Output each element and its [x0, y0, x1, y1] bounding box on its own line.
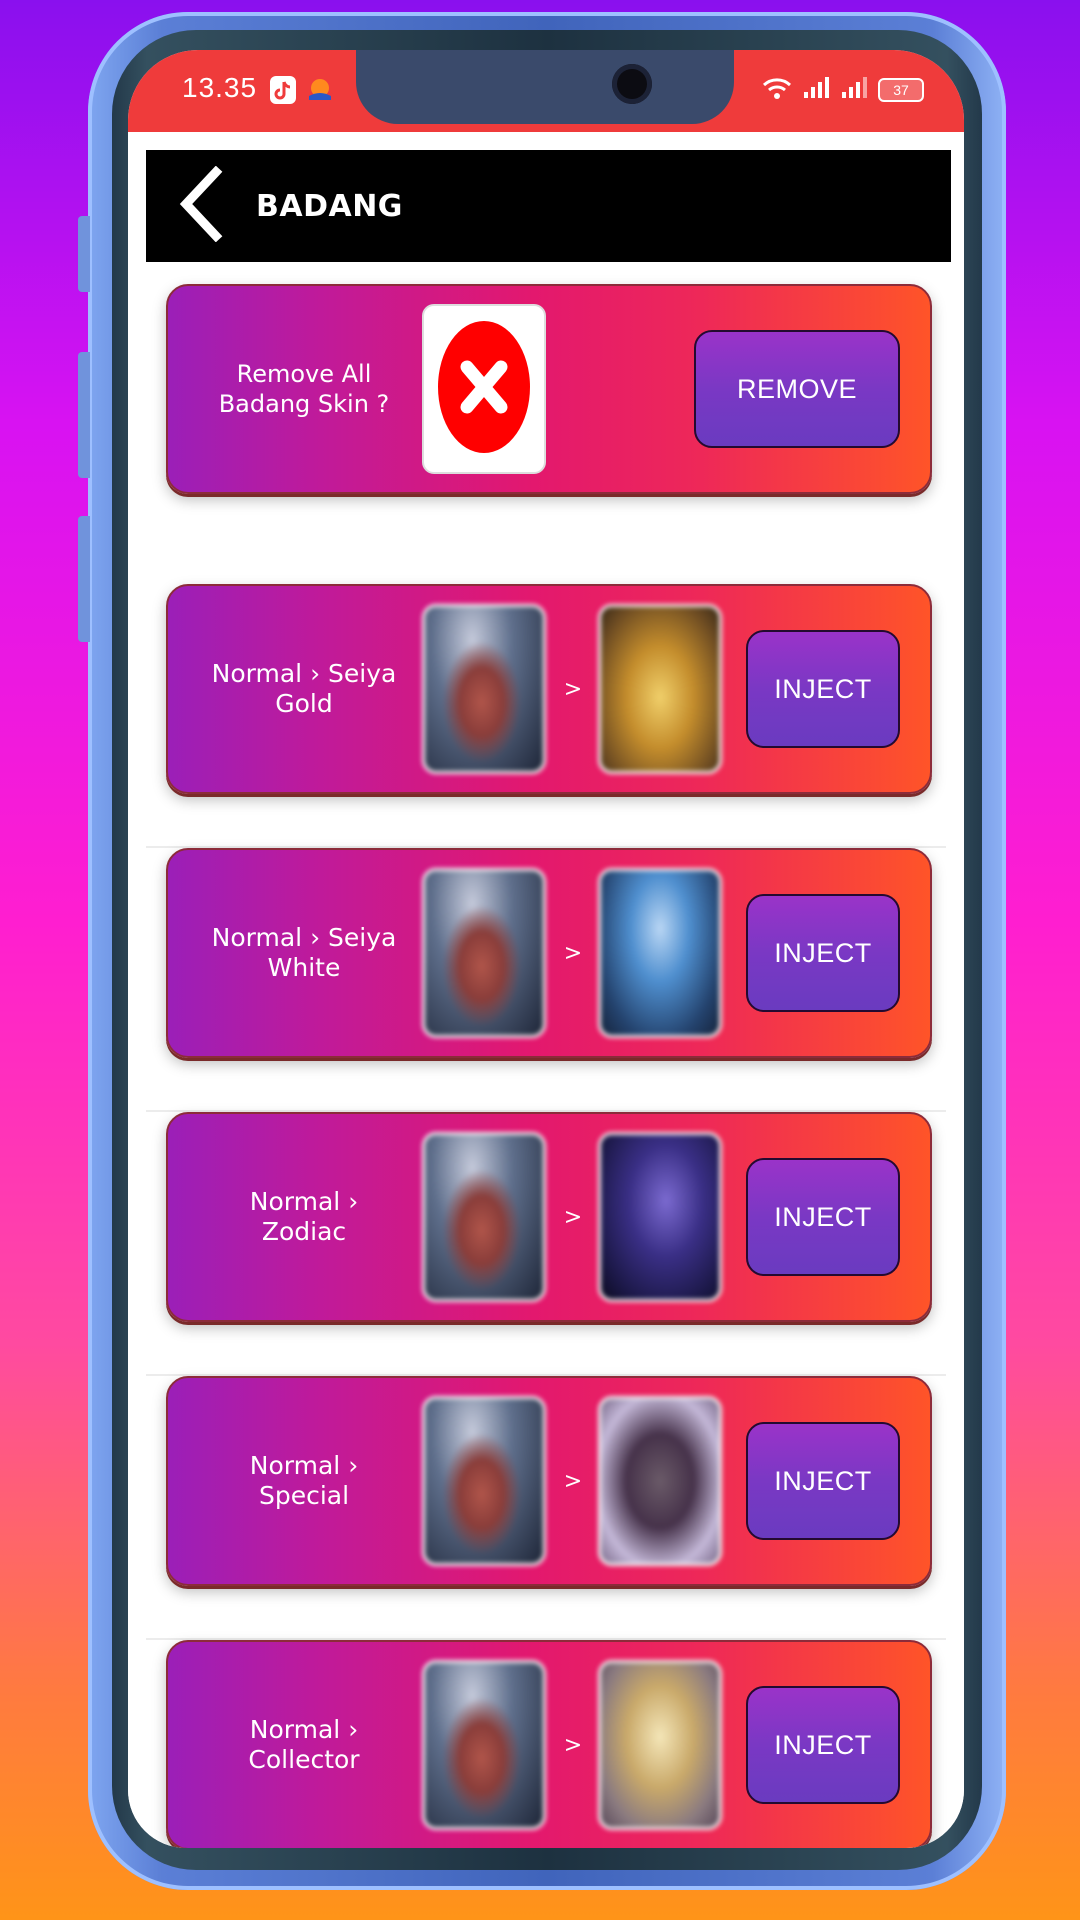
skin-label: Normal › Seiya Gold [211, 659, 397, 718]
signal-icon [840, 76, 868, 104]
inject-button[interactable]: INJECT [746, 1686, 900, 1804]
skin-label: Normal › Seiya White [211, 923, 397, 982]
skin-card: Normal › Collector > INJECT [166, 1640, 932, 1848]
remove-skin-label: Remove All Badang Skin ? [218, 360, 390, 418]
target-skin-image [598, 1660, 722, 1830]
target-skin-image [598, 1132, 722, 1302]
skin-card: Normal › Special > INJECT [166, 1376, 932, 1586]
skin-card: Normal › Seiya White > INJECT [166, 848, 932, 1058]
power-button [78, 516, 90, 642]
arrow-label: > [563, 1732, 583, 1758]
skin-card: Normal › Seiya Gold > INJECT [166, 584, 932, 794]
page-title: BADANG [256, 188, 403, 224]
front-camera [612, 64, 652, 104]
status-time: 13.35 [182, 72, 258, 103]
display-notch [356, 50, 734, 124]
original-skin-image [422, 604, 546, 774]
arrow-label: > [563, 1204, 583, 1230]
remove-skin-card: Remove All Badang Skin ? REMOVE [166, 284, 932, 494]
remove-image [422, 304, 546, 474]
back-button[interactable] [146, 150, 256, 262]
skin-label: Normal › Zodiac [249, 1187, 359, 1246]
status-bar: 13.35 37 [128, 50, 964, 132]
original-skin-image [422, 1132, 546, 1302]
x-circle-icon [431, 317, 537, 461]
original-skin-image [422, 868, 546, 1038]
inject-button[interactable]: INJECT [746, 630, 900, 748]
skin-label: Normal › Collector [248, 1715, 360, 1774]
inject-button[interactable]: INJECT [746, 894, 900, 1012]
arrow-label: > [563, 1468, 583, 1494]
skin-card: Normal › Zodiac > INJECT [166, 1112, 932, 1322]
phone-screen: 13.35 37 BADANG Remove All Badang Skin ?… [128, 50, 964, 1848]
remove-button[interactable]: REMOVE [694, 330, 900, 448]
signal-icon [802, 76, 830, 104]
target-skin-image [598, 604, 722, 774]
skin-label: Normal › Special [249, 1451, 359, 1510]
arrow-label: > [563, 676, 583, 702]
target-skin-image [598, 1396, 722, 1566]
shopee-icon [306, 76, 332, 104]
wifi-icon [762, 76, 792, 104]
volume-button [78, 216, 90, 292]
chevron-left-icon [176, 165, 226, 246]
battery-indicator: 37 [878, 78, 924, 102]
original-skin-image [422, 1396, 546, 1566]
original-skin-image [422, 1660, 546, 1830]
tiktok-shop-icon [270, 76, 296, 104]
app-bar: BADANG [146, 150, 951, 262]
target-skin-image [598, 868, 722, 1038]
inject-button[interactable]: INJECT [746, 1158, 900, 1276]
volume-button [78, 352, 90, 478]
arrow-label: > [563, 940, 583, 966]
inject-button[interactable]: INJECT [746, 1422, 900, 1540]
